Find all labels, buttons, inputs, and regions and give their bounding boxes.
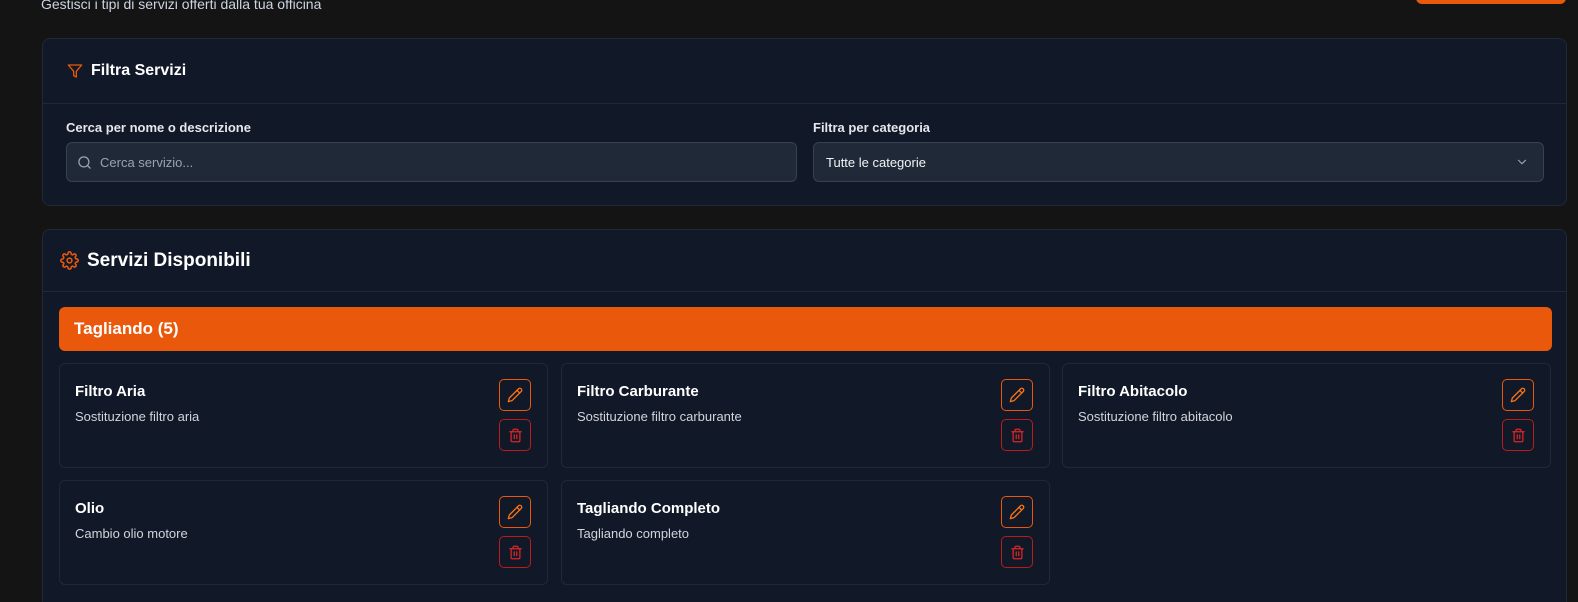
edit-button[interactable] xyxy=(1502,379,1534,411)
service-card: Tagliando Completo Tagliando completo xyxy=(561,480,1050,585)
service-description: Sostituzione filtro aria xyxy=(75,409,200,424)
service-name: Filtro Aria xyxy=(75,383,146,400)
filter-card: Filtra Servizi Cerca per nome o descrizi… xyxy=(42,38,1567,206)
services-card-header: Servizi Disponibili xyxy=(43,230,1566,292)
service-description: Cambio olio motore xyxy=(75,526,188,541)
trash-icon xyxy=(508,428,523,443)
chevron-down-icon xyxy=(1515,155,1529,169)
filter-fields: Cerca per nome o descrizione Filtra per … xyxy=(43,104,1566,204)
category-select-value: Tutte le categorie xyxy=(826,154,926,170)
services-card-title: Servizi Disponibili xyxy=(87,249,251,271)
filter-card-header: Filtra Servizi xyxy=(43,39,1566,104)
service-description: Tagliando completo xyxy=(577,526,690,541)
service-name: Olio xyxy=(75,500,105,517)
edit-button[interactable] xyxy=(499,379,531,411)
category-label: Filtra per categoria xyxy=(813,120,931,135)
trash-icon xyxy=(1010,545,1025,560)
search-box[interactable] xyxy=(66,142,797,182)
gear-icon xyxy=(60,251,79,270)
pencil-icon xyxy=(1510,387,1526,403)
service-description: Sostituzione filtro carburante xyxy=(577,409,742,424)
delete-button[interactable] xyxy=(1001,536,1033,568)
edit-button[interactable] xyxy=(499,496,531,528)
pencil-icon xyxy=(1009,387,1025,403)
edit-button[interactable] xyxy=(1001,496,1033,528)
category-select[interactable]: Tutte le categorie xyxy=(813,142,1544,182)
pencil-icon xyxy=(507,504,523,520)
services-card: Servizi Disponibili Tagliando (5) Filtro… xyxy=(42,229,1567,602)
trash-icon xyxy=(1511,428,1526,443)
search-label: Cerca per nome o descrizione xyxy=(66,120,251,135)
delete-button[interactable] xyxy=(1502,419,1534,451)
filter-card-title: Filtra Servizi xyxy=(91,62,187,79)
service-card: Olio Cambio olio motore xyxy=(59,480,548,585)
page-subtitle: Gestisci i tipi di servizi offerti dalla… xyxy=(41,0,322,12)
trash-icon xyxy=(508,545,523,560)
service-card: Filtro Aria Sostituzione filtro aria xyxy=(59,363,548,468)
edit-button[interactable] xyxy=(1001,379,1033,411)
pencil-icon xyxy=(1009,504,1025,520)
trash-icon xyxy=(1010,428,1025,443)
filter-icon xyxy=(67,63,83,79)
delete-button[interactable] xyxy=(1001,419,1033,451)
service-card: Filtro Carburante Sostituzione filtro ca… xyxy=(561,363,1050,468)
search-input[interactable] xyxy=(100,154,780,170)
service-card: Filtro Abitacolo Sostituzione filtro abi… xyxy=(1062,363,1551,468)
delete-button[interactable] xyxy=(499,419,531,451)
service-name: Filtro Carburante xyxy=(577,383,699,400)
service-description: Sostituzione filtro abitacolo xyxy=(1078,409,1233,424)
search-icon xyxy=(77,155,92,170)
service-name: Tagliando Completo xyxy=(577,500,721,517)
service-name: Filtro Abitacolo xyxy=(1078,383,1188,400)
add-service-button[interactable] xyxy=(1416,0,1566,4)
page: Gestisci i tipi di servizi offerti dalla… xyxy=(0,0,1578,602)
delete-button[interactable] xyxy=(499,536,531,568)
pencil-icon xyxy=(507,387,523,403)
category-banner: Tagliando (5) xyxy=(59,307,1552,351)
